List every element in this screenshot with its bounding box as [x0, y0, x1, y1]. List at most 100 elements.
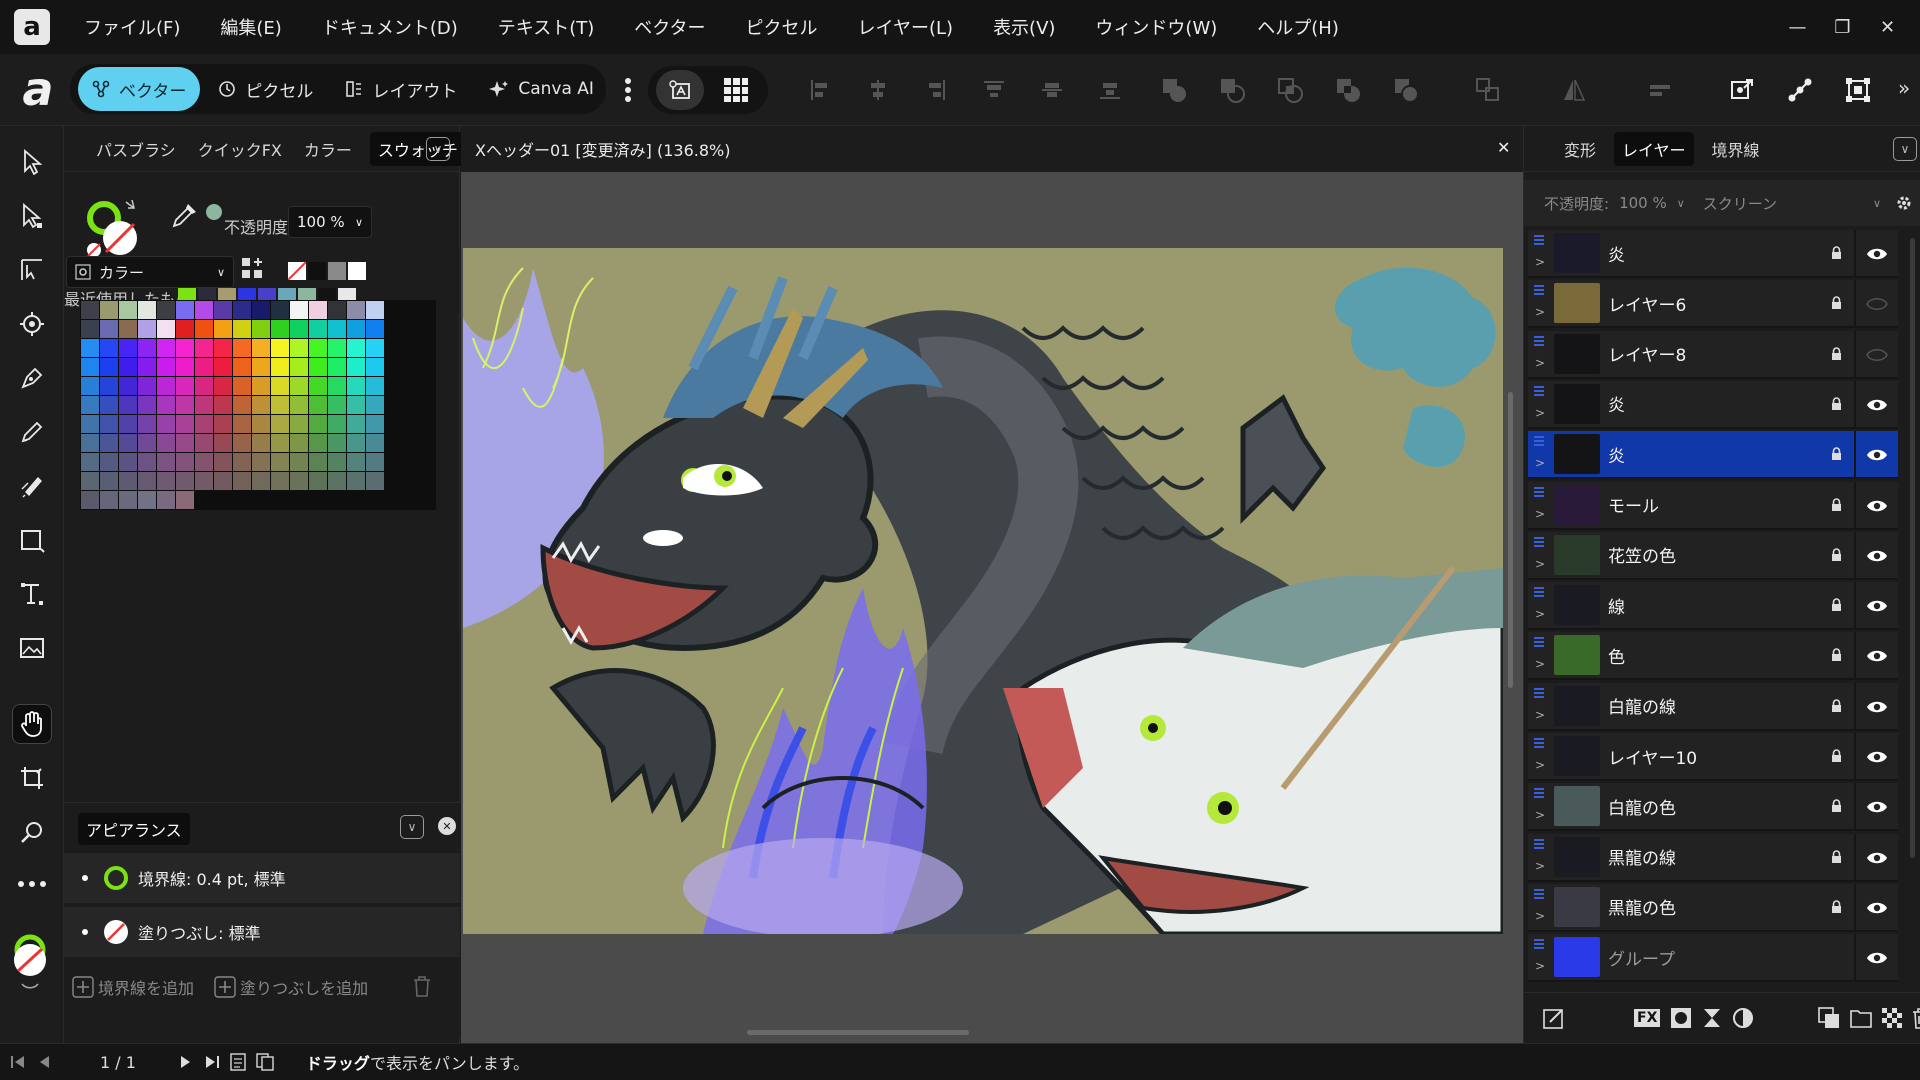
swatch[interactable]: [119, 415, 137, 433]
swatch[interactable]: [157, 377, 175, 395]
swatch[interactable]: [119, 320, 137, 338]
lock-icon[interactable]: [1831, 397, 1842, 411]
close-document-icon[interactable]: ✕: [1497, 138, 1510, 157]
persona-vector[interactable]: ベクター: [78, 67, 201, 111]
swatch[interactable]: [328, 415, 346, 433]
lock-icon[interactable]: [1831, 648, 1842, 662]
swatch[interactable]: [81, 339, 99, 357]
swatch[interactable]: [233, 434, 251, 452]
swatch[interactable]: [100, 396, 118, 414]
swatch[interactable]: [366, 377, 384, 395]
white-swatch[interactable]: [348, 262, 366, 280]
boolean-add-icon[interactable]: [1158, 74, 1190, 106]
lock-icon[interactable]: [1831, 849, 1842, 864]
boolean-xor-icon[interactable]: [1332, 74, 1364, 106]
swatch[interactable]: [119, 339, 137, 357]
swatch[interactable]: [252, 301, 270, 319]
swatch[interactable]: [100, 434, 118, 452]
swatch[interactable]: [233, 472, 251, 490]
arrange-icon[interactable]: [1644, 74, 1676, 106]
swatch[interactable]: [119, 377, 137, 395]
brand-icon[interactable]: a: [14, 64, 62, 116]
brush-tool-icon[interactable]: [12, 466, 52, 506]
swatch[interactable]: [271, 472, 289, 490]
swatch[interactable]: [100, 358, 118, 376]
corner-tool-icon[interactable]: [12, 304, 52, 344]
layer-row[interactable]: > レイヤー6: [1528, 280, 1898, 329]
swatch[interactable]: [157, 415, 175, 433]
black-swatch[interactable]: [308, 262, 326, 280]
lock-icon[interactable]: [1831, 598, 1842, 612]
swatch[interactable]: [271, 358, 289, 376]
swatch[interactable]: [233, 358, 251, 376]
swatch[interactable]: [81, 301, 99, 319]
layer-expand-toggle[interactable]: >: [1528, 330, 1550, 378]
swatch[interactable]: [347, 377, 365, 395]
menu-layer[interactable]: レイヤー(L): [858, 14, 954, 40]
swatch[interactable]: [309, 339, 327, 357]
lock-icon[interactable]: [1831, 246, 1842, 260]
transform-origin-icon[interactable]: [1726, 74, 1758, 106]
layer-row[interactable]: > モール: [1528, 481, 1898, 530]
swatch[interactable]: [233, 453, 251, 471]
pencil-tool-icon[interactable]: [12, 412, 52, 452]
duplicate-layer-icon[interactable]: [1818, 1007, 1840, 1029]
artistic-text-tool-icon[interactable]: [12, 574, 52, 614]
eye-icon[interactable]: [1854, 833, 1898, 882]
layer-expand-toggle[interactable]: >: [1528, 732, 1550, 780]
menu-view[interactable]: 表示(V): [993, 14, 1055, 40]
lock-icon[interactable]: [1831, 900, 1842, 914]
more-vertical-icon[interactable]: [612, 74, 644, 106]
persona-pixel[interactable]: ピクセル: [204, 67, 327, 111]
eye-icon[interactable]: [1854, 682, 1898, 731]
swatch[interactable]: [195, 358, 213, 376]
pixel-layer-icon[interactable]: [1882, 1008, 1903, 1028]
swatch[interactable]: [290, 434, 308, 452]
tab-path-brush[interactable]: パスブラシ: [92, 132, 180, 166]
swatch[interactable]: [195, 453, 213, 471]
edit-layer-icon[interactable]: [1542, 1006, 1566, 1030]
chevron-down-icon[interactable]: ∨: [426, 137, 450, 161]
swatch[interactable]: [366, 415, 384, 433]
swatch[interactable]: [309, 377, 327, 395]
swatch[interactable]: [81, 358, 99, 376]
swatch[interactable]: [309, 396, 327, 414]
mask-icon[interactable]: [1670, 1007, 1692, 1029]
align-bottom-icon[interactable]: [1094, 74, 1126, 106]
swatch[interactable]: [347, 339, 365, 357]
lock-icon[interactable]: [1831, 799, 1842, 813]
swatch[interactable]: [328, 358, 346, 376]
swatch[interactable]: [81, 396, 99, 414]
swatch[interactable]: [366, 396, 384, 414]
swatch[interactable]: [119, 491, 137, 509]
swatch[interactable]: [157, 358, 175, 376]
layer-opacity-value[interactable]: 100 %: [1619, 194, 1667, 212]
tab-layers[interactable]: レイヤー: [1614, 131, 1694, 166]
move-tool-icon[interactable]: [12, 142, 52, 182]
swatch[interactable]: [138, 358, 156, 376]
gray-swatch[interactable]: [328, 262, 346, 280]
swatch[interactable]: [176, 301, 194, 319]
swatch[interactable]: [176, 377, 194, 395]
swatch[interactable]: [347, 472, 365, 490]
layer-row[interactable]: > レイヤー10: [1528, 733, 1898, 781]
swatch[interactable]: [290, 358, 308, 376]
swatch[interactable]: [233, 377, 251, 395]
swatch[interactable]: [366, 358, 384, 376]
lock-icon[interactable]: [1831, 749, 1842, 763]
swatch[interactable]: [347, 358, 365, 376]
tab-transform[interactable]: 変形: [1560, 132, 1600, 166]
pen-tool-icon[interactable]: [12, 358, 52, 398]
layer-expand-toggle[interactable]: >: [1528, 380, 1550, 428]
swatch[interactable]: [100, 377, 118, 395]
swatch[interactable]: [309, 320, 327, 338]
swatch[interactable]: [309, 434, 327, 452]
swatch[interactable]: [100, 472, 118, 490]
fill-row[interactable]: 塗りつぶし: 標準: [64, 907, 460, 957]
swatch[interactable]: [214, 396, 232, 414]
trash-icon[interactable]: [1912, 1007, 1920, 1029]
swatch[interactable]: [138, 472, 156, 490]
add-fill-button[interactable]: 塗りつぶしを追加: [214, 975, 368, 999]
eyedropper-icon[interactable]: [170, 200, 200, 230]
layer-expand-toggle[interactable]: >: [1528, 230, 1550, 277]
